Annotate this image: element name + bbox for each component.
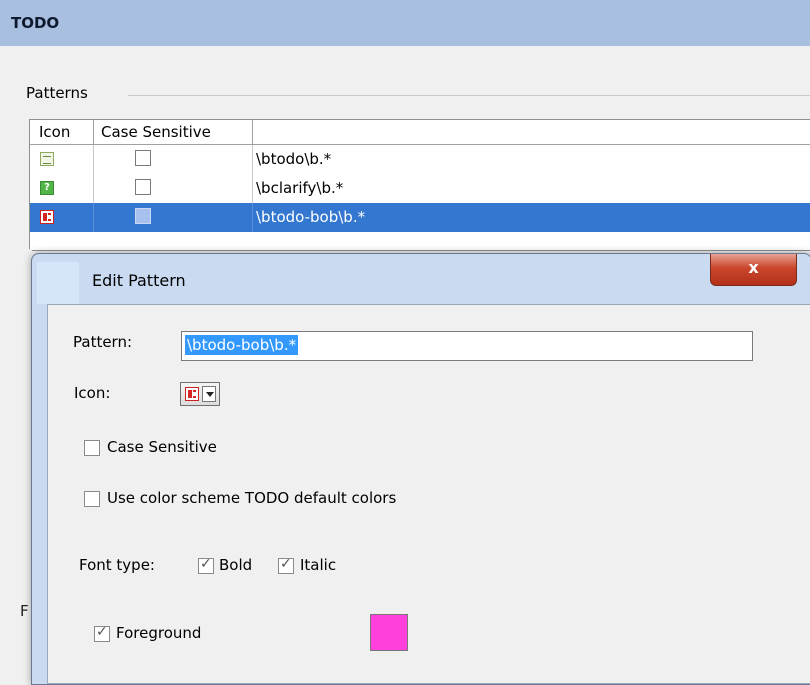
table-row[interactable]: \btodo\b.* <box>30 145 810 174</box>
pattern-cell: \btodo-bob\b.* <box>256 208 366 226</box>
dialog-body: Pattern: \btodo-bob\b.* Icon: Case Sensi… <box>47 304 810 684</box>
use-default-colors-checkbox[interactable] <box>84 491 100 507</box>
use-default-colors-label[interactable]: Use color scheme TODO default colors <box>107 489 396 507</box>
dialog-app-icon <box>37 262 79 304</box>
icon-picker[interactable] <box>180 382 220 406</box>
pattern-label: Pattern: <box>73 333 133 351</box>
cell-divider <box>252 145 253 174</box>
bold-label[interactable]: Bold <box>219 556 252 574</box>
case-sensitive-checkbox[interactable] <box>135 179 151 195</box>
todo-header: TODO <box>0 0 810 46</box>
bold-checkbox[interactable] <box>198 556 214 574</box>
section-divider <box>128 95 810 96</box>
table-row-selected[interactable]: \btodo-bob\b.* <box>30 203 810 232</box>
foreground-color-swatch[interactable] <box>370 614 408 651</box>
column-separator[interactable] <box>252 120 253 144</box>
important-red-icon <box>40 210 54 224</box>
important-red-icon <box>185 387 199 401</box>
dialog-title: Edit Pattern <box>92 271 186 290</box>
cell-divider <box>252 174 253 203</box>
close-button[interactable]: x <box>710 254 797 286</box>
cell-divider <box>93 145 94 174</box>
table-header: Icon Case Sensitive <box>30 120 810 145</box>
column-header-case-sensitive[interactable]: Case Sensitive <box>101 123 211 141</box>
todo-note-icon <box>40 152 54 166</box>
chevron-down-icon[interactable] <box>202 386 216 402</box>
cell-divider <box>93 203 94 232</box>
edit-pattern-dialog: Edit Pattern x Pattern: \btodo-bob\b.* I… <box>31 253 810 685</box>
italic-checkbox[interactable] <box>278 556 294 574</box>
close-icon: x <box>748 258 759 277</box>
clarify-question-icon: ? <box>40 181 54 195</box>
column-separator[interactable] <box>93 120 94 144</box>
font-type-label: Font type: <box>79 556 155 574</box>
column-header-icon[interactable]: Icon <box>39 123 70 141</box>
pattern-input[interactable]: \btodo-bob\b.* <box>181 331 753 361</box>
cell-divider <box>93 174 94 203</box>
italic-label[interactable]: Italic <box>300 556 336 574</box>
pattern-cell: \bclarify\b.* <box>256 179 344 197</box>
patterns-section-label: Patterns <box>26 84 88 102</box>
foreground-label[interactable]: Foreground <box>116 624 201 642</box>
case-sensitive-checkbox[interactable] <box>84 440 100 456</box>
pattern-cell: \btodo\b.* <box>256 150 332 168</box>
patterns-table[interactable]: Icon Case Sensitive \btodo\b.* ? \bclari… <box>29 119 810 251</box>
cell-divider <box>252 203 253 232</box>
pattern-input-selected-text[interactable]: \btodo-bob\b.* <box>185 335 299 355</box>
foreground-checkbox[interactable] <box>94 624 110 642</box>
table-row[interactable]: ? \bclarify\b.* <box>30 174 810 203</box>
background-partial-label: F <box>20 602 29 620</box>
case-sensitive-checkbox[interactable] <box>135 150 151 166</box>
todo-title: TODO <box>11 14 60 32</box>
icon-label: Icon: <box>74 384 111 402</box>
case-sensitive-label[interactable]: Case Sensitive <box>107 438 217 456</box>
case-sensitive-checkbox[interactable] <box>135 208 151 224</box>
